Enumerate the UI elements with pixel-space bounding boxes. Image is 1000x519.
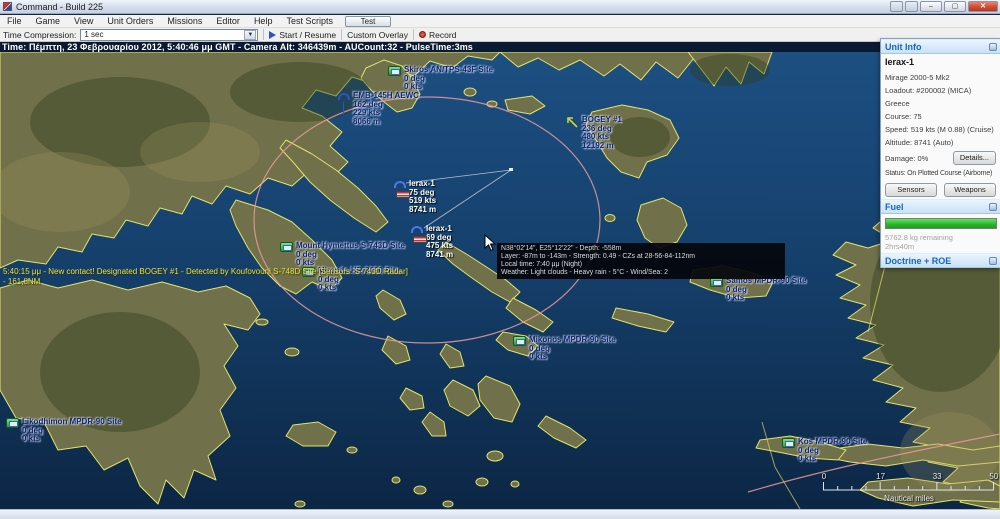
radar-site-icon[interactable] — [280, 242, 293, 252]
record-icon — [419, 31, 426, 38]
unit-label: Ierax-169 deg475 kts8741 m — [426, 225, 453, 259]
menu-unit-orders[interactable]: Unit Orders — [100, 15, 160, 28]
map-unit-samos-mpdr-90-site[interactable]: Samos MPDR-90 Site0 deg0 kts — [710, 277, 806, 303]
scale-caption: Nautical miles — [822, 494, 996, 503]
titlebar-extra-button-2[interactable] — [905, 1, 918, 12]
radar-site-icon[interactable] — [6, 418, 19, 428]
unit-label: Kos MPDR-90 Site0 deg0 kts — [798, 438, 867, 464]
map-unit-kos-mpdr-90-site[interactable]: Kos MPDR-90 Site0 deg0 kts — [782, 438, 867, 464]
unit-info-header[interactable]: Unit Info — [881, 39, 1000, 54]
aircraft-selected-icon[interactable] — [394, 181, 406, 188]
map-unit-mount-hymettus-s-743d-site[interactable]: Mount Hymettus S-743D Site0 deg0 kts — [280, 242, 405, 268]
unit-label: Skiros AN/TPS-43F Site0 deg0 kts — [404, 66, 493, 92]
sensors-button[interactable]: Sensors — [885, 183, 937, 197]
radar-site-icon[interactable] — [388, 66, 401, 76]
menu-help[interactable]: Help — [247, 15, 280, 28]
menu-items: FileGameViewUnit OrdersMissionsEditorHel… — [0, 15, 383, 28]
menu-editor[interactable]: Editor — [209, 15, 247, 28]
fuel-remaining: 5762.8 kg remaining — [885, 233, 996, 242]
unit-class: Mirage 2000-5 Mk2 — [885, 71, 996, 84]
contact-log: 5:40:15 μμ - New contact! Designated BOG… — [3, 267, 408, 287]
map-unit-skiros-an-tps-43f-site[interactable]: Skiros AN/TPS-43F Site0 deg0 kts — [388, 66, 493, 92]
unit-label: Ierax-175 deg519 kts8741 m — [409, 180, 436, 214]
map-unit-ierax-1[interactable]: Ierax-175 deg519 kts8741 m — [394, 180, 436, 214]
unit-label: Mikonos MPDR-90 Site0 deg0 kts — [529, 336, 616, 362]
fuel-gauge — [885, 218, 997, 229]
record-button[interactable]: Record — [429, 30, 456, 40]
scale-tick-labels: 0 17 33 50 — [822, 472, 996, 481]
scale-ruler — [822, 481, 996, 491]
menu-missions[interactable]: Missions — [160, 15, 209, 28]
unit-label: Samos MPDR-90 Site0 deg0 kts — [726, 277, 806, 303]
unit-damage: Damage: 0% — [885, 154, 928, 163]
contact-unknown-icon[interactable] — [566, 116, 579, 129]
title-bar[interactable]: Command - Build 225 – ▢ ✕ — [0, 0, 1000, 14]
window-bottom-edge — [0, 509, 1000, 519]
menu-test-scripts[interactable]: Test Scripts — [279, 15, 340, 28]
scale-tick-label: 50 — [989, 472, 998, 481]
details-button[interactable]: Details... — [953, 151, 996, 165]
unit-status: Status: On Plotted Course (Airborne) — [885, 168, 996, 180]
map-unit-ierax-1[interactable]: Ierax-169 deg475 kts8741 m — [411, 225, 453, 259]
map-unit-mikonos-mpdr-90-site[interactable]: Mikonos MPDR-90 Site0 deg0 kts — [513, 336, 616, 362]
scale-tick-label: 17 — [876, 472, 885, 481]
right-sidebar: Unit Info Ierax-1 Mirage 2000-5 Mk2 Load… — [880, 38, 1000, 268]
map-unit-emb-145h-aewc[interactable]: EMB-145H AEWC162 deg229 kts8066 m — [338, 92, 419, 126]
pin-icon[interactable] — [989, 43, 997, 51]
minimize-button[interactable]: – — [920, 1, 942, 12]
map-unit-likodhimon-mpdr-90-site[interactable]: Likodhimon MPDR-90 Site0 deg0 kts — [6, 418, 122, 444]
command-app-window: Command - Build 225 – ▢ ✕ FileGameViewUn… — [0, 0, 1000, 519]
test-button[interactable]: Test — [345, 16, 391, 27]
app-icon — [3, 2, 12, 11]
unit-name: Ierax-1 — [885, 57, 996, 67]
unit-label: Mount Hymettus S-743D Site0 deg0 kts — [296, 242, 405, 268]
time-compression-select[interactable]: 1 sec ▼ — [80, 29, 258, 41]
doctrine-roe-header[interactable]: Doctrine + ROE — [881, 253, 1000, 268]
time-compression-label: Time Compression: — [3, 30, 76, 40]
mouse-cursor-icon — [484, 234, 496, 257]
menu-bar: FileGameViewUnit OrdersMissionsEditorHel… — [0, 15, 1000, 28]
pin-icon[interactable] — [989, 203, 997, 211]
map-canvas[interactable]: Skiros AN/TPS-43F Site0 deg0 ktsEMB-145H… — [0, 52, 1000, 509]
radar-site-icon[interactable] — [513, 336, 526, 346]
menu-file[interactable]: File — [0, 15, 29, 28]
unit-altitude: Altitude: 8741 (Auto) — [885, 136, 996, 149]
menu-game[interactable]: Game — [29, 15, 68, 28]
chevron-down-icon[interactable]: ▼ — [244, 30, 256, 40]
maximize-button[interactable]: ▢ — [944, 1, 966, 12]
unit-label: EMB-145H AEWC162 deg229 kts8066 m — [353, 92, 419, 126]
toolbar: Time Compression: 1 sec ▼ Start / Resume… — [0, 28, 1000, 42]
scale-bar: 0 17 33 50 Nautical miles — [822, 472, 996, 503]
menu-view[interactable]: View — [67, 15, 100, 28]
unit-label: BOGEY #1236 deg480 kts12192 m — [582, 116, 622, 150]
radar-site-icon[interactable] — [782, 438, 795, 448]
fuel-endurance: 2hrs40m — [885, 242, 996, 251]
custom-overlay-button[interactable]: Custom Overlay — [347, 30, 408, 40]
start-resume-button[interactable]: Start / Resume — [279, 30, 336, 40]
map-hover-tooltip: N38°02'14", E25°12'22" - Depth: -558m La… — [497, 243, 785, 279]
map-unit-bogey-1[interactable]: BOGEY #1236 deg480 kts12192 m — [566, 116, 622, 150]
window-title: Command - Build 225 — [16, 2, 103, 12]
unit-loadout: Loadout: #200002 (MICA) — [885, 84, 996, 97]
scale-tick-label: 33 — [933, 472, 942, 481]
aircraft-selected-icon[interactable] — [411, 226, 423, 233]
weapons-button[interactable]: Weapons — [944, 183, 996, 197]
pin-icon[interactable] — [989, 257, 997, 265]
play-icon — [269, 31, 276, 39]
aircraft-friendly-icon[interactable] — [338, 93, 350, 100]
fuel-header[interactable]: Fuel — [881, 199, 1000, 214]
unit-speed: Speed: 519 kts (M 0.88) (Cruise) — [885, 123, 996, 136]
titlebar-extra-button-1[interactable] — [890, 1, 903, 12]
unit-course: Course: 75 — [885, 110, 996, 123]
unit-label: Likodhimon MPDR-90 Site0 deg0 kts — [22, 418, 122, 444]
close-button[interactable]: ✕ — [968, 1, 998, 12]
scale-tick-label: 0 — [822, 472, 826, 481]
unit-country: Greece — [885, 97, 996, 110]
